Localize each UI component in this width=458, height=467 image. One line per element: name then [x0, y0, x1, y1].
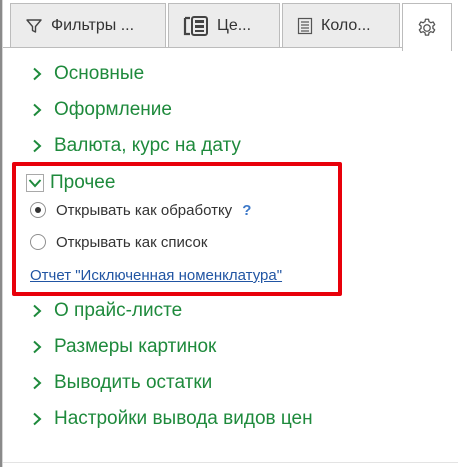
tree-node-label: Оформление [54, 99, 172, 120]
tree-node-show-stock[interactable]: Выводить остатки [30, 370, 212, 396]
tab-columns[interactable]: Коло... [282, 3, 400, 47]
chevron-right-icon [30, 412, 44, 426]
tree-node-currency[interactable]: Валюта, курс на дату [30, 133, 241, 159]
tree-node-label: Валюта, курс на дату [54, 135, 241, 156]
columns-list-icon [297, 17, 313, 35]
tab-groups-label: Це... [217, 16, 252, 34]
tree-node-main[interactable]: Основные [30, 61, 144, 87]
chevron-right-icon [30, 139, 44, 153]
tree-node-label: Размеры картинок [54, 336, 217, 357]
tab-filters[interactable]: Фильтры ... [10, 3, 166, 47]
highlight-annotation-box [12, 162, 342, 296]
panel-left-border-inner [2, 0, 3, 467]
tab-filters-label: Фильтры ... [51, 16, 135, 34]
filter-icon [25, 17, 43, 35]
settings-panel: Фильтры ... Це... Коло... Основные Оформ… [0, 0, 458, 467]
chevron-right-icon [30, 304, 44, 318]
tab-bar-divider [3, 47, 402, 48]
gear-icon [416, 17, 438, 39]
tab-bar: Фильтры ... Це... Коло... [3, 3, 458, 51]
chevron-right-icon [30, 67, 44, 81]
tab-groups[interactable]: Це... [168, 3, 280, 47]
tree-node-about-price-list[interactable]: О прайс-листе [30, 298, 182, 324]
tree-node-price-types-output[interactable]: Настройки вывода видов цен [30, 406, 313, 432]
chevron-right-icon [30, 103, 44, 117]
tree-node-label: Основные [54, 63, 145, 84]
tree-node-label: Выводить остатки [54, 372, 213, 393]
tree-node-image-sizes[interactable]: Размеры картинок [30, 334, 216, 360]
tab-settings[interactable] [402, 3, 452, 51]
tree-node-label: Настройки вывода видов цен [54, 408, 313, 429]
grouping-icon [183, 15, 209, 37]
tree-node-appearance[interactable]: Оформление [30, 97, 172, 123]
tab-columns-label: Коло... [321, 16, 371, 34]
chevron-right-icon [30, 376, 44, 390]
panel-bottom-divider [3, 462, 458, 463]
chevron-right-icon [30, 340, 44, 354]
tree-node-label: О прайс-листе [54, 300, 183, 321]
